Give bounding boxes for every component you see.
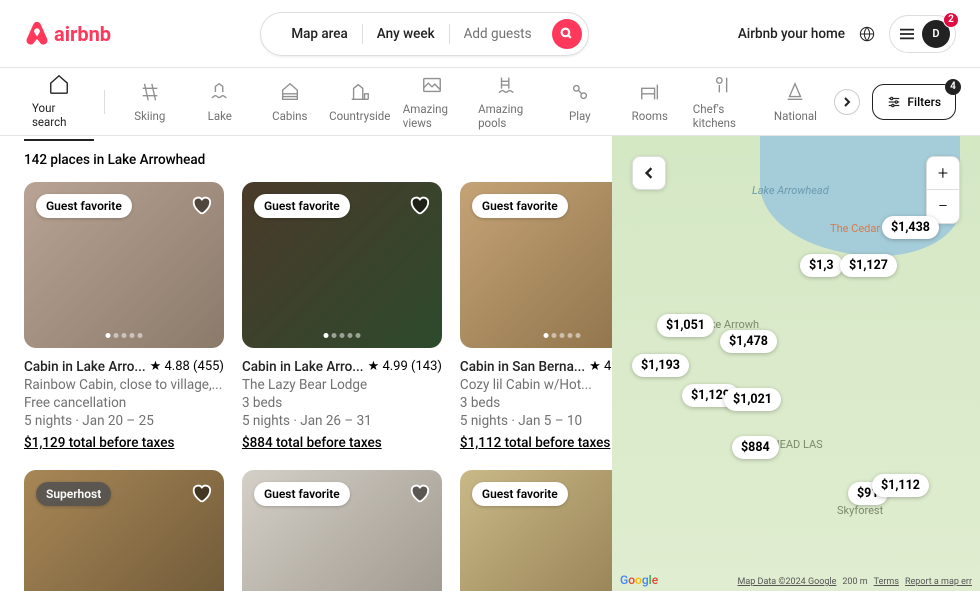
listing-badge: Guest favorite bbox=[36, 194, 132, 218]
map-label-sky: Skyforest bbox=[837, 504, 883, 517]
notification-badge: 2 bbox=[943, 12, 959, 28]
price-pin[interactable]: $1,021 bbox=[724, 388, 781, 411]
google-logo[interactable]: Google bbox=[620, 573, 658, 587]
listing-price: $884 total before taxes bbox=[242, 434, 442, 452]
heart-icon[interactable] bbox=[190, 482, 212, 504]
listing-detail: Free cancellation bbox=[24, 394, 224, 412]
category-countryside[interactable]: Countryside bbox=[325, 71, 395, 133]
listing-price: $1,129 total before taxes bbox=[24, 434, 224, 452]
map-label-lake: Lake Arrowhead bbox=[752, 184, 829, 197]
price-pin[interactable]: $1,193 bbox=[632, 354, 689, 377]
results-count: 142 places in Lake Arrowhead bbox=[24, 152, 588, 168]
listing-detail: 3 beds bbox=[460, 394, 612, 412]
globe-icon[interactable] bbox=[859, 26, 875, 42]
price-pin[interactable]: $1,051 bbox=[657, 314, 714, 337]
listing-badge: Guest favorite bbox=[472, 194, 568, 218]
listing-badge: Guest favorite bbox=[254, 482, 350, 506]
listing-card[interactable]: Guest favorite Cabin in Lake Arro... ★ 4… bbox=[242, 182, 442, 452]
price-pin[interactable]: $1,478 bbox=[720, 330, 777, 353]
zoom-in-button[interactable]: + bbox=[927, 157, 959, 190]
listing-card[interactable]: Guest favorite bbox=[242, 470, 442, 591]
listing-title: Cabin in Lake Arro... bbox=[24, 358, 146, 376]
listing-card[interactable]: Superhost bbox=[24, 470, 224, 591]
map-back-button[interactable] bbox=[632, 156, 666, 190]
listing-dates: 5 nights · Jan 20 – 25 bbox=[24, 412, 224, 430]
listing-card[interactable]: Guest favorite Cabin in Lake Arro... ★ 4… bbox=[24, 182, 224, 452]
listing-image[interactable]: Guest favorite bbox=[24, 182, 224, 348]
price-pin[interactable]: $1,438 bbox=[882, 216, 939, 239]
map-terms-link[interactable]: Terms bbox=[874, 577, 899, 587]
heart-icon[interactable] bbox=[190, 194, 212, 216]
category-chefs-kitchens[interactable]: Chef's kitchens bbox=[685, 64, 761, 140]
listing-image[interactable]: Guest favorite bbox=[242, 182, 442, 348]
listing-subtitle: The Lazy Bear Lodge bbox=[242, 376, 442, 394]
listing-subtitle: Cozy lil Cabin w/Hot... bbox=[460, 376, 612, 394]
search-where[interactable]: Map area bbox=[277, 24, 362, 44]
category-national[interactable]: National bbox=[760, 71, 830, 133]
price-pin[interactable]: $884 bbox=[732, 436, 779, 459]
category-cabins[interactable]: Cabins bbox=[255, 71, 325, 133]
listing-rating: ★ 4.99 (143) bbox=[368, 358, 442, 376]
category-scroll-next[interactable] bbox=[834, 89, 860, 115]
image-dots bbox=[543, 333, 580, 338]
search-button[interactable] bbox=[552, 19, 582, 49]
user-menu-button[interactable]: D 2 bbox=[889, 15, 956, 53]
image-dots bbox=[105, 333, 142, 338]
airbnb-logo[interactable]: airbnb bbox=[24, 20, 111, 48]
filters-button[interactable]: Filters 4 bbox=[872, 84, 956, 120]
map-report-link[interactable]: Report a map err bbox=[905, 577, 972, 587]
image-dots bbox=[323, 333, 360, 338]
search-when[interactable]: Any week bbox=[363, 24, 450, 44]
map[interactable]: + − Lake Arrowhead The Cedar G Lake Arro… bbox=[612, 136, 980, 591]
listing-card[interactable]: Guest favorite Cabin in San Berna... ★ 4… bbox=[460, 182, 612, 452]
listing-subtitle: Rainbow Cabin, close to village,... bbox=[24, 376, 224, 394]
host-link[interactable]: Airbnb your home bbox=[738, 26, 845, 42]
listing-image[interactable]: Guest favorite bbox=[242, 470, 442, 591]
listings-grid: Guest favorite Cabin in Lake Arro... ★ 4… bbox=[24, 182, 588, 591]
category-lake[interactable]: Lake bbox=[185, 71, 255, 133]
listing-dates: 5 nights · Jan 26 – 31 bbox=[242, 412, 442, 430]
listing-badge: Guest favorite bbox=[254, 194, 350, 218]
map-data-link[interactable]: Map Data ©2024 Google bbox=[738, 577, 837, 587]
listing-image[interactable]: Guest favorite bbox=[460, 470, 612, 591]
content: 142 places in Lake Arrowhead Guest favor… bbox=[0, 136, 980, 591]
listing-badge: Superhost bbox=[36, 482, 111, 506]
listing-badge: Guest favorite bbox=[472, 482, 568, 506]
header: airbnb Map area Any week Add guests Airb… bbox=[0, 0, 980, 68]
listing-image[interactable]: Superhost bbox=[24, 470, 224, 591]
price-pin[interactable]: $1,112 bbox=[872, 474, 929, 497]
listing-detail: 3 beds bbox=[242, 394, 442, 412]
price-pin[interactable]: $1,127 bbox=[840, 254, 897, 277]
listing-price: $1,112 total before taxes bbox=[460, 434, 612, 452]
listing-dates: 5 nights · Jan 5 – 10 bbox=[460, 412, 612, 430]
map-scale: 200 m bbox=[842, 577, 867, 587]
filters-count-badge: 4 bbox=[945, 79, 961, 95]
category-scroll[interactable]: Your search Skiing Lake Cabins Countrysi… bbox=[24, 63, 830, 141]
price-pin[interactable]: $1,3 bbox=[800, 254, 843, 277]
search-bar[interactable]: Map area Any week Add guests bbox=[260, 12, 588, 56]
results-panel: 142 places in Lake Arrowhead Guest favor… bbox=[0, 136, 612, 591]
search-who[interactable]: Add guests bbox=[450, 24, 546, 44]
heart-icon[interactable] bbox=[408, 482, 430, 504]
category-rooms[interactable]: Rooms bbox=[615, 71, 685, 133]
category-play[interactable]: Play bbox=[545, 71, 615, 133]
header-right: Airbnb your home D 2 bbox=[738, 15, 956, 53]
heart-icon[interactable] bbox=[408, 194, 430, 216]
listing-rating: ★ 4.96 (166) bbox=[589, 358, 612, 376]
divider bbox=[104, 90, 105, 114]
category-bar: Your search Skiing Lake Cabins Countrysi… bbox=[0, 68, 980, 136]
category-amazing-pools[interactable]: Amazing pools bbox=[470, 64, 545, 140]
brand-text: airbnb bbox=[54, 22, 111, 46]
map-footer: Map Data ©2024 Google 200 m Terms Report… bbox=[738, 577, 973, 587]
listing-card[interactable]: Guest favorite bbox=[460, 470, 612, 591]
listing-rating: ★ 4.88 (455) bbox=[150, 358, 224, 376]
category-your-search[interactable]: Your search bbox=[24, 63, 94, 141]
listing-image[interactable]: Guest favorite bbox=[460, 182, 612, 348]
listing-title: Cabin in Lake Arro... bbox=[242, 358, 364, 376]
map-zoom-control: + − bbox=[926, 156, 960, 224]
category-skiing[interactable]: Skiing bbox=[115, 71, 185, 133]
category-amazing-views[interactable]: Amazing views bbox=[395, 64, 470, 140]
listing-title: Cabin in San Berna... bbox=[460, 358, 585, 376]
